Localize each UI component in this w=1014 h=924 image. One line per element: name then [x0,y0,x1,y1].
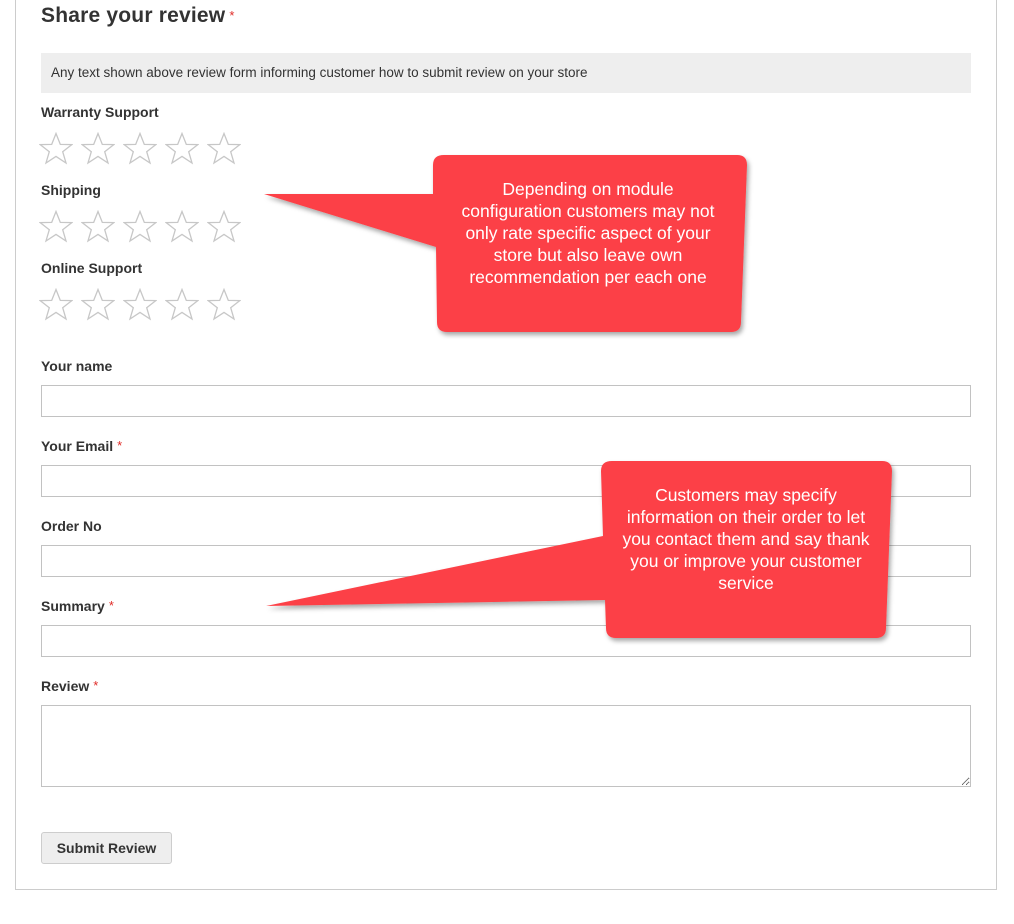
order-no-label-text: Order No [41,518,102,534]
summary-label: Summary * [41,598,114,614]
empty-star-icon[interactable] [165,210,199,244]
email-label: Your Email * [41,438,122,454]
callout-order-text: Customers may specify information on the… [622,485,870,593]
empty-star-icon[interactable] [81,288,115,322]
required-mark: * [93,678,99,693]
empty-star-icon[interactable] [81,132,115,166]
rating-stars-warranty-support[interactable] [39,132,241,168]
review-textarea[interactable] [41,705,971,787]
summary-field[interactable] [41,625,971,657]
empty-star-icon[interactable] [123,210,157,244]
name-label-text: Your name [41,358,113,374]
callout-ratings-text: Depending on module configuration custom… [461,179,715,287]
form-title-text: Share your review [41,4,226,27]
required-mark: * [229,8,235,23]
name-label: Your name [41,358,112,374]
review-instructions-notice: Any text shown above review form informi… [41,53,971,93]
rating-label-warranty-support: Warranty Support [41,104,159,120]
empty-star-icon[interactable] [39,288,73,322]
rating-label-shipping: Shipping [41,182,101,198]
empty-star-icon[interactable] [165,132,199,166]
required-mark: * [108,598,114,613]
empty-star-icon[interactable] [123,288,157,322]
order-no-label: Order No [41,518,102,534]
rating-stars-online-support[interactable] [39,288,241,324]
empty-star-icon[interactable] [81,210,115,244]
empty-star-icon[interactable] [207,210,241,244]
empty-star-icon[interactable] [207,132,241,166]
empty-star-icon[interactable] [165,288,199,322]
form-title: Share your review * [41,4,235,28]
empty-star-icon[interactable] [123,132,157,166]
email-label-text: Your Email [41,438,114,454]
submit-review-button[interactable]: Submit Review [41,832,172,864]
rating-stars-shipping[interactable] [39,210,241,246]
empty-star-icon[interactable] [39,132,73,166]
review-label-text: Review [41,678,90,694]
name-field[interactable] [41,385,971,417]
rating-label-online-support: Online Support [41,260,143,276]
empty-star-icon[interactable] [39,210,73,244]
summary-label-text: Summary [41,598,105,614]
empty-star-icon[interactable] [207,288,241,322]
required-mark: * [117,438,123,453]
review-label: Review * [41,678,98,694]
